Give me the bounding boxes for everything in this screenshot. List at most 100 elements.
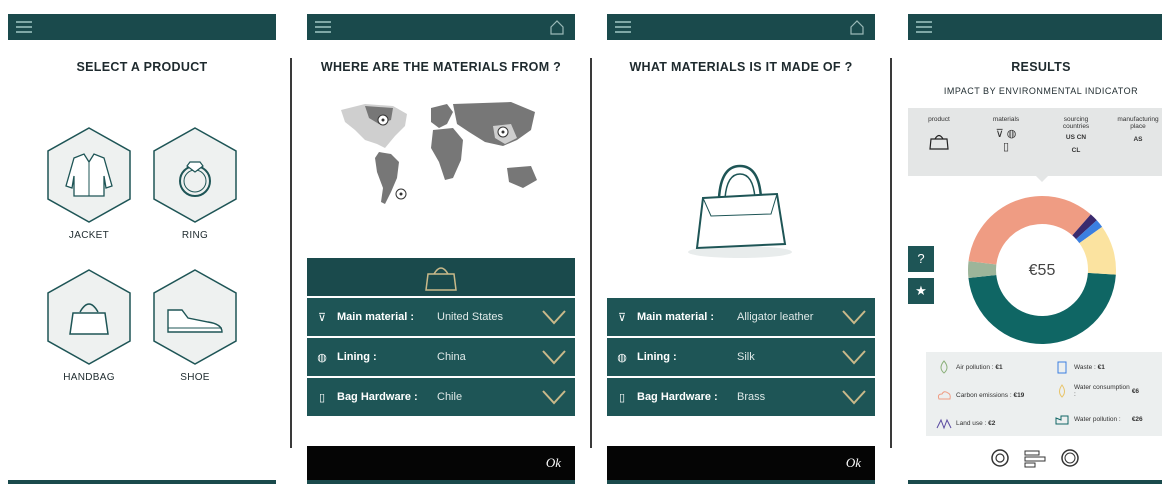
chevron-down-icon[interactable] [841,348,867,366]
row-value: Chile [437,391,463,403]
page-title: RESULTS [1011,60,1071,74]
row-main-material[interactable]: ⊽ Main material : Alligator leather [607,298,875,338]
handbag-illustration [688,164,792,258]
row-label: Lining : [637,351,677,363]
row-label: Bag Hardware : [637,391,718,403]
row-bag-hardware[interactable]: ▯ Bag Hardware : Chile [307,378,575,418]
handbag-icon [425,267,457,291]
donut-icon [991,449,1009,467]
row-main-material[interactable]: ⊽ Main material : United States [307,298,575,338]
legend-label: Water consumption : [1074,384,1130,398]
pointer-triangle [1034,174,1050,182]
world-map[interactable] [335,96,549,226]
pin-icon [497,126,509,138]
chevron-down-icon[interactable] [541,348,567,366]
bars-icon [1024,450,1046,468]
top-bar [307,14,575,40]
ring-view-button[interactable] [1060,448,1080,473]
factory-icon [1055,415,1069,425]
ring-icon [153,127,237,223]
menu-icon[interactable] [916,21,932,33]
donut-slice-carbon-emissions[interactable] [968,195,1091,265]
menu-icon[interactable] [16,21,32,33]
menu-icon[interactable] [615,21,631,33]
tooth-icon: ⊽ [317,311,327,324]
air-pollution-icon [940,360,948,374]
top-bar [607,14,875,40]
row-label: Main material : [637,311,715,323]
chevron-down-icon[interactable] [841,388,867,406]
panel-select-product: SELECT A PRODUCT JACKET RING HANDBAG SHO… [8,0,276,484]
donut-slice-water-pollution[interactable] [968,272,1116,345]
menu-icon[interactable] [315,21,331,33]
ok-button[interactable]: Ok [307,446,575,480]
page-title: WHERE ARE THE MATERIALS FROM ? [320,60,562,74]
legend-value: €1 [1097,363,1105,371]
product-handbag[interactable]: HANDBAG [44,268,134,383]
legend-label: Land use : [956,419,987,427]
legend-air-pollution: Air pollution : €1 [936,360,1003,374]
row-bag-hardware[interactable]: ▯ Bag Hardware : Brass [607,378,875,418]
product-shoe[interactable]: SHOE [150,268,240,383]
ring-icon [1061,449,1079,467]
bottom-bar [908,480,1162,484]
panel-materials-origin: WHERE ARE THE MATERIALS FROM ? ⊽ Main ma… [307,0,575,484]
row-value: United States [437,311,504,323]
legend-label: Waste : [1074,363,1096,371]
legend-carbon-emissions: Carbon emissions : €19 [936,388,1024,402]
chevron-down-icon[interactable] [541,308,567,326]
legend-value: €26 [1131,415,1143,423]
row-value: Silk [737,351,755,363]
legend-value: €6 [1131,387,1140,395]
panel-divider [290,58,292,448]
legend-land-use: Land use : €2 [936,416,995,430]
col-materials: materials ⊽ ◍ ▯ [988,116,1024,153]
impact-donut-chart[interactable]: €55 [966,194,1118,346]
impact-legend: Air pollution : €1 Waste : €1 Carbon emi… [926,352,1162,436]
pin-icon [395,188,407,200]
row-lining[interactable]: ◍ Lining : China [307,338,575,378]
legend-label: Carbon emissions : [956,391,1012,399]
cocoon-icon: ◍ [317,351,327,364]
product-label: HANDBAG [63,372,115,383]
favorite-button[interactable]: ★ [908,278,934,304]
bar-view-button[interactable] [1024,448,1046,473]
bottom-bar [607,480,875,484]
place-code: AS [1133,136,1143,143]
chevron-down-icon[interactable] [841,308,867,326]
ok-label: Ok [545,455,561,470]
col-manufacturing: manufacturing place AS [1114,116,1162,143]
page-title: SELECT A PRODUCT [76,60,208,74]
product-jacket[interactable]: JACKET [44,126,134,241]
row-label: Main material : [337,311,415,323]
legend-water-pollution: Water pollution : €26 [1054,412,1143,426]
bottom-bar [307,480,575,484]
handbag-icon [47,269,131,365]
view-switcher [908,448,1162,473]
row-lining[interactable]: ◍ Lining : Silk [607,338,875,378]
row-value: China [437,351,466,363]
home-icon[interactable] [549,19,565,35]
materials-list: ⊽ Main material : Alligator leather ◍ Li… [607,298,875,418]
product-ring[interactable]: RING [150,126,240,241]
panel-divider [590,58,592,448]
legend-label: Air pollution : [956,363,994,371]
bottom-bar [8,480,276,484]
panel-results: RESULTS IMPACT BY ENVIRONMENTAL INDICATO… [908,0,1162,484]
top-bar [8,14,276,40]
help-button[interactable]: ? [908,246,934,272]
col-sourcing: sourcing countries US CN CL [1054,116,1098,154]
tooth-icon: ⊽ [617,311,627,324]
ok-button[interactable]: Ok [607,446,875,480]
donut-view-button[interactable] [990,448,1010,473]
bar-icon: ▯ [318,391,326,404]
legend-waste: Waste : €1 [1054,360,1105,374]
chevron-down-icon[interactable] [541,388,567,406]
page-subtitle: IMPACT BY ENVIRONMENTAL INDICATOR [943,86,1139,96]
bar-icon: ▯ [618,391,626,404]
legend-label: Water pollution : [1074,415,1121,423]
col-header: sourcing countries [1062,116,1090,130]
panel-materials: WHAT MATERIALS IS IT MADE OF ? ⊽ Main ma… [607,0,875,484]
home-icon[interactable] [849,19,865,35]
legend-value: €19 [1013,391,1025,399]
